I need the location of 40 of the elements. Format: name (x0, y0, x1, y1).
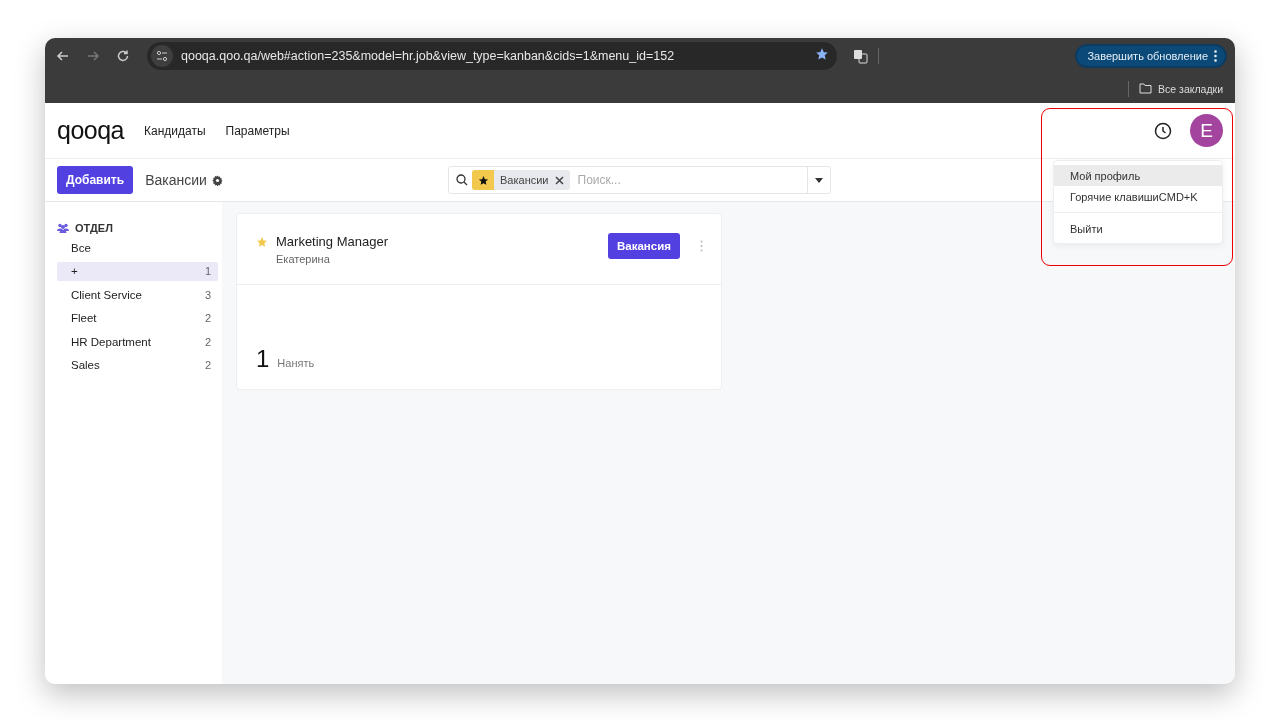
url-text: qooqa.qoo.qa/web#action=235&model=hr.job&view_type=kanban&cids=1&menu_id=152 (181, 49, 676, 63)
favorite-star-icon[interactable] (256, 236, 268, 248)
logo[interactable]: qooqa (57, 116, 125, 145)
search-icon (456, 174, 468, 186)
users-icon (57, 223, 69, 233)
sidebar-item[interactable]: Client Service 3 (57, 285, 218, 304)
count-label[interactable]: Нанять (277, 357, 315, 369)
job-title: Marketing Manager (276, 234, 389, 249)
sidebar-item[interactable]: + 1 (57, 261, 218, 281)
sidebar-item[interactable]: Fleet 2 (57, 308, 218, 328)
search-field[interactable]: Вакансии Поиск... (448, 166, 831, 194)
caret-icon (815, 177, 823, 183)
user-avatar[interactable]: E (1190, 114, 1223, 147)
job-button[interactable]: Вакансия (608, 233, 680, 259)
more-icon[interactable] (1214, 50, 1217, 62)
remove-icon[interactable] (554, 175, 564, 185)
clock-icon[interactable] (1154, 121, 1172, 140)
address-bar[interactable]: qooqa.qoo.qa/web#action=235&model=hr.job&view_type=kanban&cids=1&menu_id=152 (147, 42, 837, 70)
facet-label: Вакансии (499, 174, 550, 186)
breadcrumb: Вакансии (145, 172, 207, 188)
folder-icon (1139, 83, 1153, 94)
nav-menu-item[interactable]: Кандидаты (144, 123, 206, 138)
menu-item[interactable]: Выйти (1054, 218, 1222, 239)
nav-menu-item[interactable]: Параметры (225, 123, 290, 138)
sidebar-item[interactable]: Sales 2 (57, 355, 218, 375)
count-number: 1 (256, 345, 270, 373)
settings-icon[interactable] (211, 174, 223, 186)
site-settings-icon[interactable] (151, 45, 173, 67)
sidebar-item[interactable]: Все (57, 238, 218, 257)
section-title: ОТДЕЛ (75, 222, 113, 234)
job-card[interactable]: Marketing Manager Екатерина Вакансия 1 Нанять (236, 213, 722, 390)
add-button[interactable]: Добавить (57, 166, 134, 194)
menu-item[interactable]: Мой профиль (1054, 165, 1222, 186)
menu-item[interactable]: Горячие клавишиCMD+K (1054, 186, 1222, 207)
sidebar-item[interactable]: HR Department 2 (57, 332, 218, 351)
filter-facet[interactable]: Вакансии (472, 170, 570, 190)
job-subtitle: Екатерина (276, 253, 331, 265)
update-button[interactable]: Завершить обновление (1075, 44, 1227, 68)
translate-icon[interactable] (853, 48, 868, 64)
bookmarks-folder[interactable]: Все закладки (1139, 82, 1223, 95)
